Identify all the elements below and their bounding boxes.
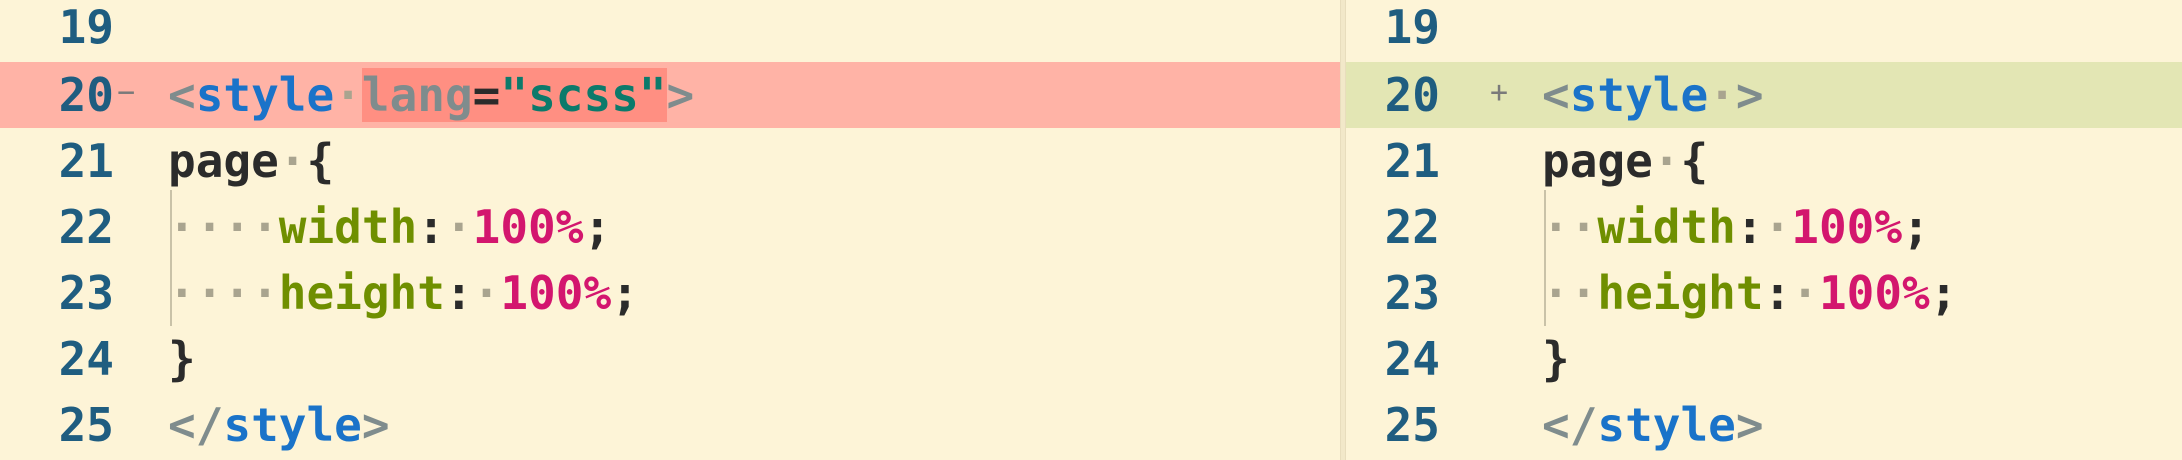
- whitespace-dot: ·: [472, 266, 501, 320]
- open-brace: {: [306, 134, 335, 188]
- code-text: <style·>: [1542, 62, 1764, 128]
- close-brace: }: [168, 332, 196, 386]
- tag-open-bracket: <: [168, 68, 196, 122]
- semicolon: ;: [1902, 200, 1930, 254]
- code-text: ··width:·100%;: [1542, 194, 1930, 260]
- whitespace-dot: ·: [1763, 200, 1792, 254]
- close-brace: }: [1542, 332, 1570, 386]
- tag-open-bracket: </: [1542, 398, 1598, 452]
- whitespace-dot: ·: [1652, 134, 1681, 188]
- tag-name: style: [223, 398, 362, 452]
- line-number: 19: [58, 0, 114, 54]
- selector: page: [168, 134, 279, 188]
- css-property: width: [278, 200, 418, 254]
- indent-guide: [1544, 190, 1546, 326]
- line-number: 24: [58, 332, 114, 386]
- code-text: <style·lang="scss">: [168, 62, 694, 128]
- code-text: </style>: [1542, 392, 1764, 458]
- line-number: 24: [1384, 332, 1440, 386]
- tag-name: style: [1569, 68, 1709, 122]
- tag-name: style: [195, 68, 335, 122]
- removed-marker-icon: −: [117, 75, 136, 110]
- right-diff-pane[interactable]: 19 20 + <style·> 21 page·{ 22 ··width:·1…: [1346, 0, 2182, 460]
- whitespace-dot: ·: [444, 200, 473, 254]
- tag-close-bracket: >: [1735, 398, 1764, 452]
- tag-close-bracket: >: [361, 398, 390, 452]
- semicolon: ;: [611, 266, 639, 320]
- tag-name: style: [1597, 398, 1736, 452]
- code-text: }: [1542, 326, 1570, 392]
- line-number: 20: [58, 68, 114, 122]
- line-number: 22: [58, 200, 114, 254]
- code-line-19: 19: [1346, 0, 2182, 60]
- colon: :: [1735, 200, 1764, 254]
- removed-attribute-highlight: lang="scss": [361, 68, 667, 122]
- code-text: </style>: [168, 392, 390, 458]
- indent-dots: ····: [168, 200, 279, 254]
- css-value: 100%: [1791, 200, 1903, 254]
- selector: page: [1542, 134, 1653, 188]
- code-line-22: 22 ··width:·100%;: [1346, 194, 2182, 260]
- code-line-19: 19: [0, 0, 1340, 60]
- code-text: page·{: [168, 128, 334, 194]
- attribute-name: lang: [361, 68, 473, 122]
- code-text: ····width:·100%;: [168, 194, 611, 260]
- indent-guide: [170, 190, 172, 326]
- code-line-24: 24 }: [0, 326, 1340, 392]
- colon: :: [417, 200, 445, 254]
- tag-close-bracket: >: [1735, 68, 1764, 122]
- css-value: 100%: [1818, 266, 1930, 320]
- code-line-22: 22 ····width:·100%;: [0, 194, 1340, 260]
- line-number: 20: [1384, 68, 1440, 122]
- line-number: 25: [58, 398, 114, 452]
- attribute-value: "scss": [500, 68, 667, 122]
- code-line-23: 23 ··height:·100%;: [1346, 260, 2182, 326]
- line-number: 23: [58, 266, 114, 320]
- whitespace-dot: ·: [1791, 266, 1819, 320]
- css-property: width: [1597, 200, 1736, 254]
- css-property: height: [278, 266, 445, 320]
- code-line-21: 21 page·{: [1346, 128, 2182, 194]
- whitespace-dot: ·: [334, 68, 362, 122]
- colon: :: [444, 266, 473, 320]
- code-line-20-added: 20 + <style·>: [1346, 62, 2182, 128]
- indent-dots: ··: [1542, 266, 1598, 320]
- line-number: 22: [1384, 200, 1440, 254]
- whitespace-dot: ·: [278, 134, 307, 188]
- code-line-25: 25 </style>: [0, 392, 1340, 458]
- equals-sign: =: [472, 68, 501, 122]
- code-text: page·{: [1542, 128, 1708, 194]
- whitespace-dot: ·: [1708, 68, 1736, 122]
- css-property: height: [1597, 266, 1764, 320]
- code-line-24: 24 }: [1346, 326, 2182, 392]
- line-number: 23: [1384, 266, 1440, 320]
- line-number: 21: [58, 134, 114, 188]
- diff-viewer: 19 20 − <style·lang="scss"> 21 page·{ 22…: [0, 0, 2182, 460]
- indent-dots: ··: [1542, 200, 1598, 254]
- semicolon: ;: [583, 200, 612, 254]
- line-number: 25: [1384, 398, 1440, 452]
- code-text: ··height:·100%;: [1542, 260, 1957, 326]
- tag-open-bracket: <: [1542, 68, 1570, 122]
- semicolon: ;: [1929, 266, 1958, 320]
- code-line-23: 23 ····height:·100%;: [0, 260, 1340, 326]
- code-text: }: [168, 326, 196, 392]
- code-line-21: 21 page·{: [0, 128, 1340, 194]
- colon: :: [1763, 266, 1792, 320]
- left-diff-pane[interactable]: 19 20 − <style·lang="scss"> 21 page·{ 22…: [0, 0, 1340, 460]
- code-line-20-removed: 20 − <style·lang="scss">: [0, 62, 1340, 128]
- tag-close-bracket: >: [666, 68, 695, 122]
- css-value: 100%: [472, 200, 584, 254]
- code-text: ····height:·100%;: [168, 260, 639, 326]
- open-brace: {: [1680, 134, 1709, 188]
- tag-open-bracket: </: [168, 398, 224, 452]
- added-marker-icon: +: [1490, 75, 1509, 110]
- indent-dots: ····: [168, 266, 279, 320]
- line-number: 19: [1384, 0, 1440, 54]
- code-line-25: 25 </style>: [1346, 392, 2182, 458]
- css-value: 100%: [500, 266, 612, 320]
- line-number: 21: [1384, 134, 1440, 188]
